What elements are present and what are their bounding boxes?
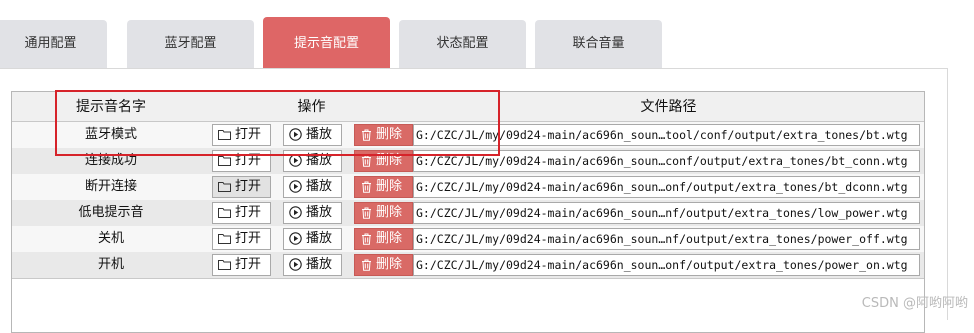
table-row: 开机 打开 播放 删除 G:/CZC/JL/my/09d24-main/ac696n_s… (12, 252, 924, 279)
open-button[interactable]: 打开 (212, 228, 271, 250)
play-icon (289, 232, 302, 245)
tab-bar: 通用配置 蓝牙配置 提示音配置 状态配置 联合音量 (0, 0, 974, 68)
delete-button[interactable]: 删除 (354, 254, 413, 276)
open-label: 打开 (235, 153, 262, 168)
tone-table: 提示音名字 操作 文件路径 蓝牙模式 打开 播放 删除 G:/CZC/JL/my/09d… (11, 91, 925, 333)
trash-icon (362, 181, 371, 193)
tab-joint-volume[interactable]: 联合音量 (535, 20, 662, 68)
delete-button[interactable]: 删除 (354, 124, 413, 146)
table-row: 关机 打开 播放 删除 G:/CZC/JL/my/09d24-main/ac696n_s… (12, 226, 924, 253)
table-row: 低电提示音 打开 播放 删除 G:/CZC/JL/my/09d24-main/ac696… (12, 200, 924, 227)
open-label: 打开 (235, 257, 262, 272)
folder-icon (218, 182, 231, 192)
file-path-field[interactable]: G:/CZC/JL/my/09d24-main/ac696n_soun…onf/… (413, 176, 920, 198)
play-label: 播放 (306, 127, 333, 142)
tab-general[interactable]: 通用配置 (0, 20, 107, 68)
play-icon (289, 154, 302, 167)
tone-name: 连接成功 (84, 153, 137, 168)
file-path-field[interactable]: G:/CZC/JL/my/09d24-main/ac696n_soun…conf… (413, 150, 920, 172)
play-button[interactable]: 播放 (283, 228, 342, 250)
play-label: 播放 (306, 205, 333, 220)
tone-name: 低电提示音 (78, 205, 144, 220)
header-name: 提示音名字 (76, 99, 146, 115)
play-label: 播放 (306, 257, 333, 272)
play-label: 播放 (306, 153, 333, 168)
header-action: 操作 (297, 99, 326, 115)
delete-label: 删除 (376, 205, 403, 220)
play-button[interactable]: 播放 (283, 150, 342, 172)
play-button[interactable]: 播放 (283, 202, 342, 224)
delete-button[interactable]: 删除 (354, 228, 413, 250)
delete-button[interactable]: 删除 (354, 176, 413, 198)
folder-icon (218, 260, 231, 270)
file-path-field[interactable]: G:/CZC/JL/my/09d24-main/ac696n_soun…nf/o… (413, 202, 920, 224)
tab-bluetooth[interactable]: 蓝牙配置 (127, 20, 254, 68)
file-path-field[interactable]: G:/CZC/JL/my/09d24-main/ac696n_soun…nf/o… (413, 228, 920, 250)
play-label: 播放 (306, 231, 333, 246)
table-row: 断开连接 打开 播放 删除 G:/CZC/JL/my/09d24-main/ac696n… (12, 174, 924, 201)
open-button[interactable]: 打开 (212, 150, 271, 172)
delete-label: 删除 (376, 127, 403, 142)
play-icon (289, 206, 302, 219)
trash-icon (362, 155, 371, 167)
tone-name: 蓝牙模式 (84, 127, 137, 142)
play-icon (289, 258, 302, 271)
trash-icon (362, 207, 371, 219)
delete-label: 删除 (376, 153, 403, 168)
folder-icon (218, 234, 231, 244)
play-icon (289, 128, 302, 141)
delete-label: 删除 (376, 257, 403, 272)
open-button[interactable]: 打开 (212, 254, 271, 276)
tone-name: 开机 (97, 257, 124, 272)
play-button[interactable]: 播放 (283, 124, 342, 146)
table-row: 连接成功 打开 播放 删除 G:/CZC/JL/my/09d24-main/ac696n… (12, 148, 924, 175)
play-icon (289, 180, 302, 193)
play-button[interactable]: 播放 (283, 254, 342, 276)
folder-icon (218, 156, 231, 166)
tab-panel: 提示音名字 操作 文件路径 蓝牙模式 打开 播放 删除 G:/CZC/JL/my/09d… (0, 68, 948, 333)
tab-prompt-tones[interactable]: 提示音配置 (263, 17, 390, 68)
open-label: 打开 (235, 231, 262, 246)
header-path: 文件路径 (640, 99, 697, 115)
play-button[interactable]: 播放 (283, 176, 342, 198)
open-label: 打开 (235, 179, 262, 194)
tab-status[interactable]: 状态配置 (399, 20, 526, 68)
open-label: 打开 (235, 205, 262, 220)
tone-name: 关机 (97, 231, 124, 246)
delete-label: 删除 (376, 179, 403, 194)
delete-button[interactable]: 删除 (354, 150, 413, 172)
trash-icon (362, 233, 371, 245)
trash-icon (362, 129, 371, 141)
tone-name: 断开连接 (84, 179, 137, 194)
open-button[interactable]: 打开 (212, 176, 271, 198)
folder-icon (218, 130, 231, 140)
file-path-field[interactable]: G:/CZC/JL/my/09d24-main/ac696n_soun…tool… (413, 124, 920, 146)
file-path-field[interactable]: G:/CZC/JL/my/09d24-main/ac696n_soun…onf/… (413, 254, 920, 276)
trash-icon (362, 259, 371, 271)
open-button[interactable]: 打开 (212, 202, 271, 224)
delete-label: 删除 (376, 231, 403, 246)
watermark: CSDN @阿哟阿哟 (861, 296, 968, 311)
table-row: 蓝牙模式 打开 播放 删除 G:/CZC/JL/my/09d24-main/ac696n… (12, 122, 924, 149)
table-header: 提示音名字 操作 文件路径 (12, 92, 924, 122)
folder-icon (218, 208, 231, 218)
play-label: 播放 (306, 179, 333, 194)
delete-button[interactable]: 删除 (354, 202, 413, 224)
open-button[interactable]: 打开 (212, 124, 271, 146)
open-label: 打开 (235, 127, 262, 142)
